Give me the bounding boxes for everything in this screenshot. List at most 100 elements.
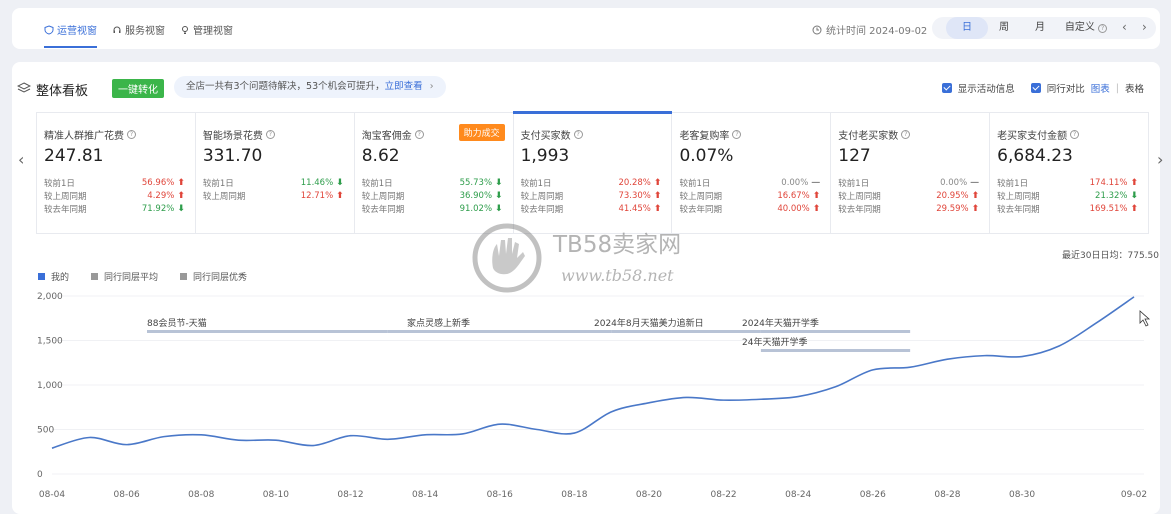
metric-card[interactable]: 老买家支付金额? 6,684.23 较前1日 174.11% ⬆ 较上周同期 21.32% ⬇… [990,113,1148,233]
compare-percent: 174.11% [1089,178,1128,188]
metric-value: 331.70 [202,146,263,166]
compare-label: 较去年同期 [361,205,405,215]
compare-percent: 4.29% [147,191,175,201]
compare-row: 较前1日 11.46% ⬇ [203,177,344,189]
period-selector: 日 周 月 自定义 ? ‹ › [932,17,1156,39]
compare-row: 较前1日 20.28% ⬆ [521,177,662,189]
tab-operations-label: 运营视窗 [57,26,97,37]
compare-percent: 29.59% [936,204,969,214]
period-month[interactable]: 月 [1026,17,1054,39]
metric-label: 精准人群推广花费? [44,127,195,142]
compare-row: 较上周同期 16.67% ⬆ [679,190,820,202]
compare-row: 较前1日 55.73% ⬇ [362,177,503,189]
metric-label-text: 支付买家数 [520,131,571,142]
activity-checkbox-label: 显示活动信息 [957,84,1015,95]
prev-date-button[interactable]: ‹ [1122,20,1127,34]
compare-row: 较前1日 174.11% ⬆ [997,177,1138,189]
compare-percent: 16.67% [777,191,810,201]
help-icon: ? [127,130,136,139]
metric-card[interactable]: 老客复购率? 0.07% 较前1日 0.00% — 较上周同期 16.67% ⬆ 较去年同期 40… [672,113,832,233]
compare-row: 较上周同期 4.29% ⬆ [44,190,185,202]
view-chart-toggle[interactable]: 图表 [1091,81,1110,95]
arrow-up-icon: ⬆ [1130,204,1139,214]
compare-value: 29.59% ⬆ [936,203,979,215]
compare-label: 较前1日 [202,179,234,189]
metric-label-text: 老买家支付金额 [997,131,1068,142]
arrow-up-icon: ⬆ [177,191,185,201]
arrow-up-icon: ⬆ [336,191,344,201]
compare-value: 56.96% ⬆ [142,177,185,189]
compare-value: 55.73% ⬇ [460,177,503,189]
next-date-button[interactable]: › [1142,20,1147,34]
compare-label: 较去年同期 [520,205,564,215]
metric-card[interactable]: 智能场景花费? 331.70 较前1日 11.46% ⬇ 较上周同期 12.71% ⬆ [196,113,355,233]
compare-row: 较去年同期 29.59% ⬆ [838,203,979,215]
legend-item-peer-avg[interactable]: 同行同层平均 [91,270,158,283]
view-now-link[interactable]: 立即查看 [385,81,423,92]
period-custom[interactable]: 自定义 ? [1062,17,1110,39]
compare-row: 较上周同期 73.30% ⬆ [521,190,662,202]
assist-badge[interactable]: 助力成交 [458,124,505,141]
arrow-up-icon: ⬆ [653,191,662,201]
arrow-down-icon: ⬇ [495,178,503,188]
metric-label-text: 精准人群推广花费 [44,131,124,142]
view-table-toggle[interactable]: 表格 [1125,81,1144,95]
arrow-up-icon: ⬆ [812,191,821,201]
tab-service-label: 服务视窗 [125,26,165,37]
arrow-down-icon: ⬇ [336,178,344,188]
arrow-up-icon: ⬆ [653,204,662,214]
activity-checkbox[interactable] [941,83,952,93]
metrics-prev-button[interactable]: ‹ [18,150,24,169]
help-icon: ? [265,130,275,139]
metric-card[interactable]: 淘宝客佣金? 8.62 助力成交 较前1日 55.73% ⬇ 较上周同期 36.90% ⬇ 较去年… [355,113,514,233]
compare-value: 20.95% ⬆ [936,190,979,202]
period-week[interactable]: 周 [990,17,1018,39]
peer-compare-label: 同行对比 [1046,84,1085,95]
compare-label: 较前1日 [520,179,552,189]
legend-item-peer-top[interactable]: 同行同层优秀 [180,270,247,283]
compare-label: 较去年同期 [679,205,722,215]
metrics-next-button[interactable]: › [1157,150,1163,169]
one-click-convert-button[interactable]: 一键转化 [112,79,164,98]
tab-operations[interactable]: 运营视窗 [44,22,97,48]
compare-value: 4.29% ⬆ [147,190,185,202]
help-icon: ? [414,130,424,139]
panel-title: 整体看板 [36,84,89,99]
compare-percent: 40.00% [777,204,810,214]
clock-icon [812,25,822,34]
dash-icon: — [970,178,980,188]
diagnosis-notice[interactable]: 全店一共有3个问题待解决，53个机会可提升，立即查看 › [174,76,446,98]
compare-percent: 20.95% [936,191,969,201]
period-day[interactable]: 日 [946,17,988,39]
watermark-url: www.tb58.net [561,266,674,285]
tab-service[interactable]: 服务视窗 [112,22,165,37]
metric-label-text: 淘宝客佣金 [361,131,412,142]
metric-value: 6,684.23 [997,146,1073,166]
stat-time: 统计时间 2024-09-02 [812,22,927,37]
compare-percent: 12.71% [300,191,334,201]
notice-text: 全店一共有3个问题待解决，53个机会可提升， [186,81,385,92]
arrow-up-icon: ⬆ [971,191,980,201]
legend-label: 我的 [51,273,70,283]
tab-management[interactable]: 管理视窗 [180,22,233,37]
compare-value: 91.02% ⬇ [460,203,503,215]
compare-value: 0.00% — [781,177,820,189]
peer-compare-checkbox[interactable] [1030,83,1041,93]
recent-average: 最近30日日均：775.50 [1062,251,1159,261]
metric-label-text: 智能场景花费 [202,131,263,142]
legend-label: 同行同层优秀 [193,273,248,283]
arrow-down-icon: ⬇ [495,204,503,214]
compare-label: 较前1日 [679,179,711,189]
arrow-down-icon: ⬇ [177,204,185,214]
metric-card[interactable]: 精准人群推广花费? 247.81 较前1日 56.96% ⬆ 较上周同期 4.29% ⬆ 较去年… [37,113,196,233]
legend-item-mine[interactable]: 我的 [38,270,69,283]
compare-label: 较上周同期 [44,192,87,202]
compare-row: 较上周同期 20.95% ⬆ [838,190,979,202]
metric-card[interactable]: 支付买家数? 1,993 较前1日 20.28% ⬆ 较上周同期 73.30% ⬆ 较去年同期 4… [512,111,673,233]
metric-card[interactable]: 支付老买家数? 127 较前1日 0.00% — 较上周同期 20.95% ⬆ 较去年同期 29.… [831,113,991,233]
display-options: 显示活动信息 同行对比 图表 | 表格 [941,81,1144,95]
compare-label: 较去年同期 [44,205,87,215]
metric-label: 支付老买家数? [838,127,989,142]
compare-label: 较上周同期 [679,192,722,202]
arrow-up-icon: ⬆ [971,204,980,214]
